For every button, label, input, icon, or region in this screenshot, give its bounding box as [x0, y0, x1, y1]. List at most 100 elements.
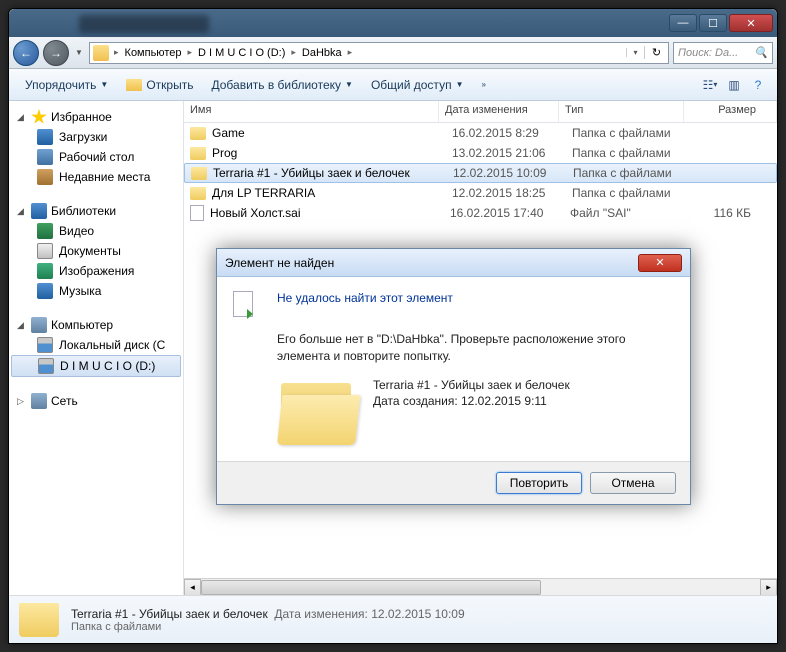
column-headers: Имя Дата изменения Тип Размер	[184, 101, 777, 123]
file-row[interactable]: Для LP TERRARIA12.02.2015 18:25Папка с ф…	[184, 183, 777, 203]
share-menu[interactable]: Общий доступ▼	[363, 74, 472, 96]
cancel-button[interactable]: Отмена	[590, 472, 676, 494]
dialog-created-date: 12.02.2015 9:11	[461, 394, 547, 408]
status-date: 12.02.2015 10:09	[371, 607, 464, 621]
col-size[interactable]: Размер	[684, 101, 777, 122]
disk-icon	[37, 337, 53, 353]
search-input[interactable]: Поиск: Da... 🔍	[673, 42, 773, 64]
file-name: Game	[212, 126, 452, 140]
folder-icon	[190, 127, 206, 140]
downloads-icon	[37, 129, 53, 145]
view-mode-button[interactable]: ☷▾	[699, 74, 721, 96]
file-row[interactable]: Game16.02.2015 8:29Папка с файлами	[184, 123, 777, 143]
chevron-down-icon: ▼	[456, 80, 464, 89]
chevron-right-icon[interactable]: ▸	[185, 47, 194, 58]
sidebar-network[interactable]: ▷Сеть	[9, 391, 183, 411]
organize-menu[interactable]: Упорядочить▼	[17, 74, 116, 96]
file-name: Prog	[212, 146, 452, 160]
preview-pane-button[interactable]: ▥	[723, 74, 745, 96]
chevron-right-icon[interactable]: ▸	[289, 47, 298, 58]
twisty-icon: ◢	[17, 206, 27, 217]
maximize-button[interactable]: ☐	[699, 14, 727, 32]
status-bar: Terraria #1 - Убийцы заек и белочек Дата…	[9, 595, 777, 643]
file-date: 12.02.2015 10:09	[453, 166, 573, 180]
sidebar-libraries[interactable]: ◢Библиотеки	[9, 201, 183, 221]
twisty-icon: ▷	[17, 396, 27, 407]
more-menu[interactable]: »	[473, 76, 493, 93]
address-bar[interactable]: ▸ Компьютер ▸ D I M U C I O (D:) ▸ DaHbk…	[89, 42, 669, 64]
chevron-right-icon[interactable]: ▸	[112, 47, 121, 58]
scroll-right-button[interactable]: ▸	[760, 579, 777, 595]
breadcrumb-seg[interactable]: D I M U C I O (D:)	[194, 47, 289, 59]
back-button[interactable]: ←	[13, 40, 39, 66]
retry-button[interactable]: Повторить	[496, 472, 582, 494]
network-icon	[31, 393, 47, 409]
file-date: 13.02.2015 21:06	[452, 146, 572, 160]
sidebar-favorites[interactable]: ◢Избранное	[9, 107, 183, 127]
dialog-title: Элемент не найден	[225, 256, 334, 270]
open-button[interactable]: Открыть	[118, 74, 201, 96]
dialog-body-text: Его больше нет в "D:\DaHbka". Проверьте …	[277, 331, 674, 365]
file-type: Папка с файлами	[572, 146, 697, 160]
file-name: Terraria #1 - Убийцы заек и белочек	[213, 166, 453, 180]
col-name[interactable]: Имя	[184, 101, 439, 122]
dialog-close-button[interactable]: ✕	[638, 254, 682, 272]
dialog-titlebar[interactable]: Элемент не найден ✕	[217, 249, 690, 277]
file-type: Папка с файлами	[572, 186, 697, 200]
sidebar-item-disk-c[interactable]: Локальный диск (C	[9, 335, 183, 355]
scroll-left-button[interactable]: ◂	[184, 579, 201, 595]
file-row[interactable]: Prog13.02.2015 21:06Папка с файлами	[184, 143, 777, 163]
file-row[interactable]: Новый Холст.sai16.02.2015 17:40Файл "SAI…	[184, 203, 777, 223]
address-drop-icon[interactable]: ▾	[626, 48, 644, 57]
title-blur	[79, 15, 209, 33]
sidebar-item-desktop[interactable]: Рабочий стол	[9, 147, 183, 167]
chevron-raquo-icon: »	[481, 80, 485, 89]
file-date: 12.02.2015 18:25	[452, 186, 572, 200]
dialog-created-label: Дата создания:	[373, 394, 458, 408]
status-name: Terraria #1 - Убийцы заек и белочек	[71, 607, 268, 621]
sidebar-item-documents[interactable]: Документы	[9, 241, 183, 261]
col-type[interactable]: Тип	[559, 101, 684, 122]
folder-icon	[93, 45, 109, 61]
file-type: Папка с файлами	[572, 126, 697, 140]
breadcrumb-seg[interactable]: DaHbka	[298, 47, 346, 59]
help-button[interactable]: ?	[747, 74, 769, 96]
file-size: 116 КБ	[695, 206, 771, 220]
star-icon	[31, 109, 47, 125]
nav-history-drop-icon[interactable]: ▼	[73, 40, 85, 66]
sidebar-item-music[interactable]: Музыка	[9, 281, 183, 301]
breadcrumb-seg[interactable]: Компьютер	[121, 47, 186, 59]
folder-icon	[191, 167, 207, 180]
add-to-library-menu[interactable]: Добавить в библиотеку▼	[203, 74, 360, 96]
dialog-item-name: Terraria #1 - Убийцы заек и белочек	[373, 377, 570, 394]
h-scrollbar[interactable]: ◂ ▸	[184, 578, 777, 595]
col-date[interactable]: Дата изменения	[439, 101, 559, 122]
toolbar: Упорядочить▼ Открыть Добавить в библиоте…	[9, 69, 777, 101]
twisty-icon: ◢	[17, 320, 27, 331]
file-name: Для LP TERRARIA	[212, 186, 452, 200]
computer-icon	[31, 317, 47, 333]
sidebar-item-downloads[interactable]: Загрузки	[9, 127, 183, 147]
nav-bar: ← → ▼ ▸ Компьютер ▸ D I M U C I O (D:) ▸…	[9, 37, 777, 69]
sidebar-computer[interactable]: ◢Компьютер	[9, 315, 183, 335]
file-date: 16.02.2015 17:40	[450, 206, 570, 220]
sidebar-item-pictures[interactable]: Изображения	[9, 261, 183, 281]
close-button[interactable]: ✕	[729, 14, 773, 32]
chevron-down-icon: ▼	[100, 80, 108, 89]
refresh-icon[interactable]: ↻	[644, 46, 668, 59]
forward-button[interactable]: →	[43, 40, 69, 66]
file-type: Папка с файлами	[573, 166, 698, 180]
item-not-found-dialog: Элемент не найден ✕ Не удалось найти это…	[216, 248, 691, 505]
minimize-button[interactable]: —	[669, 14, 697, 32]
status-type: Папка с файлами	[71, 621, 465, 633]
chevron-right-icon[interactable]: ▸	[346, 47, 355, 58]
sidebar-item-videos[interactable]: Видео	[9, 221, 183, 241]
sidebar-item-recent[interactable]: Недавние места	[9, 167, 183, 187]
titlebar[interactable]: — ☐ ✕	[9, 9, 777, 37]
sidebar-item-disk-d[interactable]: D I M U C I O (D:)	[11, 355, 181, 377]
file-row[interactable]: Terraria #1 - Убийцы заек и белочек12.02…	[184, 163, 777, 183]
disk-icon	[38, 358, 54, 374]
scroll-thumb[interactable]	[201, 580, 541, 595]
folder-large-icon	[19, 603, 59, 637]
sidebar: ◢Избранное Загрузки Рабочий стол Недавни…	[9, 101, 184, 595]
